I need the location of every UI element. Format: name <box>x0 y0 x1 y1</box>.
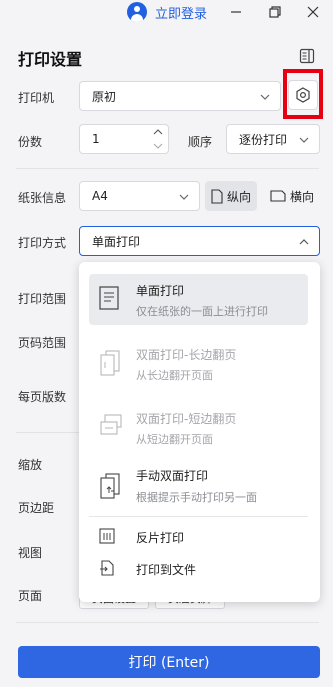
copies-value: 1 <box>92 132 100 146</box>
print-range-label: 打印范围 <box>18 292 67 306</box>
single-page-icon <box>99 286 119 313</box>
option-title: 双面打印-短边翻页 <box>136 412 237 426</box>
close-icon[interactable] <box>303 3 323 21</box>
mode-label: 打印方式 <box>18 236 67 250</box>
paper-size-value: A4 <box>92 189 108 203</box>
paper-label: 纸张信息 <box>18 191 67 205</box>
divider <box>16 168 319 169</box>
option-single-sided[interactable]: 单面打印 仅在纸张的一面上进行打印 <box>89 274 308 325</box>
title-bar: 立即登录 <box>0 0 333 26</box>
print-mode-dropdown: 单面打印 仅在纸张的一面上进行打印 双面打印-长边翻页 从长边翻开页面 双面打印… <box>79 262 320 602</box>
highlight-box <box>283 69 323 119</box>
option-title: 反片打印 <box>136 531 185 545</box>
option-duplex-long-edge: 双面打印-长边翻页 从长边翻开页面 <box>89 339 308 389</box>
option-desc: 仅在纸张的一面上进行打印 <box>136 305 268 318</box>
print-mode-select[interactable]: 单面打印 <box>79 226 320 256</box>
chevron-up-icon <box>299 234 309 248</box>
option-desc: 根据提示手动打印另一面 <box>136 491 257 504</box>
order-label: 顺序 <box>188 135 213 149</box>
chevron-down-icon <box>179 189 189 203</box>
print-mode-value: 单面打印 <box>92 234 141 249</box>
chevron-down-icon <box>260 89 270 103</box>
panel-collapse-icon[interactable] <box>299 48 315 64</box>
print-button[interactable]: 打印 (Enter) <box>18 646 320 678</box>
portrait-label: 纵向 <box>227 189 252 204</box>
panel-title: 打印设置 <box>18 50 83 69</box>
landscape-button[interactable]: 横向 <box>264 181 320 211</box>
restore-icon[interactable] <box>265 3 285 21</box>
option-title: 手动双面打印 <box>136 469 209 483</box>
printer-label: 打印机 <box>18 91 55 105</box>
copies-stepper[interactable] <box>151 126 165 152</box>
option-desc: 从长边翻开页面 <box>136 369 213 382</box>
portrait-page-icon <box>211 188 223 204</box>
option-manual-duplex[interactable]: 手动双面打印 根据提示手动打印另一面 <box>89 462 308 510</box>
duplex-short-edge-icon <box>99 414 123 441</box>
option-desc: 从短边翻开页面 <box>136 433 213 446</box>
chevron-down-icon <box>299 132 309 146</box>
user-avatar-icon <box>127 2 147 22</box>
copies-label: 份数 <box>18 135 43 149</box>
option-print-to-file[interactable]: 打印到文件 <box>89 556 308 580</box>
scale-label: 缩放 <box>18 458 43 472</box>
option-title: 打印到文件 <box>136 563 197 577</box>
order-value: 逐份打印 <box>239 132 288 147</box>
reverse-print-icon <box>99 528 115 547</box>
duplex-long-edge-icon <box>99 350 121 379</box>
login-label: 立即登录 <box>155 6 208 22</box>
option-title: 单面打印 <box>136 284 185 298</box>
landscape-label: 横向 <box>290 189 315 204</box>
margin-label: 页边距 <box>18 501 55 515</box>
manual-duplex-icon <box>99 473 121 502</box>
login-link[interactable]: 立即登录 <box>127 2 207 22</box>
paper-size-select[interactable]: A4 <box>79 181 200 211</box>
landscape-page-icon <box>270 190 286 202</box>
page-label: 页面 <box>18 589 43 603</box>
option-title: 双面打印-长边翻页 <box>136 348 237 362</box>
dropdown-separator <box>89 516 308 517</box>
order-select[interactable]: 逐份打印 <box>226 124 320 154</box>
print-to-file-icon <box>99 560 115 579</box>
option-duplex-short-edge: 双面打印-短边翻页 从短边翻开页面 <box>89 402 308 452</box>
minimize-icon[interactable] <box>226 3 246 21</box>
printer-select[interactable]: 原初 <box>79 81 281 111</box>
view-label: 视图 <box>18 546 43 560</box>
printer-value: 原初 <box>92 89 117 104</box>
pages-per-sheet-label: 每页版数 <box>18 390 67 404</box>
portrait-button[interactable]: 纵向 <box>205 181 258 211</box>
page-range-label: 页码范围 <box>18 336 67 350</box>
divider <box>16 622 319 623</box>
option-reverse-print[interactable]: 反片打印 <box>89 524 308 548</box>
